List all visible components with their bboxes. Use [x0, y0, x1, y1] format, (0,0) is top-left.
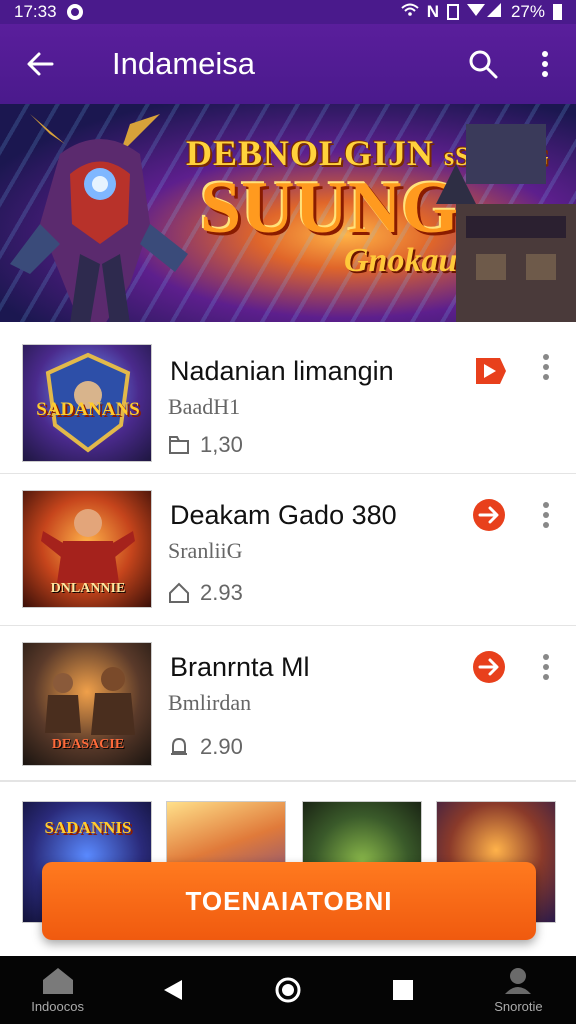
list-item[interactable]: DNLANNIE Deakam Gado 380 SranliiG 2.93 [0, 474, 576, 626]
play-button[interactable] [470, 648, 508, 686]
thumbnail-caption: SADANANS [36, 399, 140, 420]
banner-headline-main: SUUNG [200, 167, 460, 249]
status-bar: 17:33 N 27% [0, 0, 576, 24]
battery-percent: 27% [510, 2, 545, 21]
more-vert-icon [542, 51, 548, 77]
bottom-nav-bar: Indoocos Snorotie [0, 956, 576, 1024]
arrow-back-icon [27, 52, 54, 76]
item-stat-value: 2.93 [200, 580, 243, 605]
nfc-icon: N [426, 2, 439, 21]
item-subtitle: Bmlirdan [168, 690, 252, 715]
page-title: Indameisa [112, 46, 256, 81]
nav-profile[interactable]: Snorotie [461, 956, 576, 1024]
item-title: Nadanian limangin [170, 356, 394, 386]
home-icon [42, 968, 73, 994]
battery-icon [553, 4, 562, 20]
item-subtitle: BaadH1 [168, 394, 241, 419]
home-icon [169, 582, 189, 603]
notification-dot-icon [66, 4, 83, 20]
play-button[interactable] [470, 496, 508, 534]
primary-action-button[interactable]: TOENAIATOBNI [42, 862, 536, 940]
item-subtitle: SranliiG [168, 538, 243, 563]
app-bar: Indameisa [0, 24, 576, 104]
overflow-menu-button[interactable] [514, 24, 576, 104]
item-stat: 2.93 [168, 580, 243, 606]
play-button[interactable] [470, 352, 508, 390]
game-thumbnail: SADANANS [22, 344, 152, 462]
more-vert-icon [543, 654, 549, 680]
nav-back[interactable] [115, 956, 230, 1024]
item-more-button[interactable] [534, 500, 558, 538]
search-icon [469, 50, 498, 79]
nav-profile-label: Snorotie [494, 999, 543, 1014]
item-stat: 2.90 [168, 734, 243, 760]
forward-arrow-icon [473, 499, 505, 531]
list-item[interactable]: DEASACIE Branrnta Ml Bmlirdan 2.90 [0, 626, 576, 782]
nav-home-circle[interactable] [230, 956, 345, 1024]
thumbnail-caption: DNLANNIE [50, 581, 126, 596]
list-item[interactable]: SADANANS Nadanian limangin BaadH1 1,30 [0, 322, 576, 474]
grid-tile-caption: SADANNIS [44, 818, 132, 837]
item-stat: 1,30 [168, 432, 243, 458]
thumbnail-caption: DEASACIE [51, 737, 125, 752]
nav-recents[interactable] [346, 956, 461, 1024]
signal-icon [466, 2, 503, 23]
nav-home-label: Indoocos [31, 999, 84, 1014]
vibrate-icon [446, 4, 459, 20]
back-button[interactable] [0, 24, 80, 104]
wifi-icon [401, 2, 419, 22]
item-title: Branrnta Ml [170, 652, 310, 682]
banner-building-image [436, 124, 576, 322]
profile-icon [505, 968, 532, 994]
folder-icon [169, 436, 189, 454]
recents-square-icon [393, 980, 414, 1000]
play-icon [476, 358, 506, 384]
status-time: 17:33 [14, 2, 57, 21]
bell-icon [171, 737, 187, 755]
item-stat-value: 2.90 [200, 734, 243, 759]
search-button[interactable] [452, 24, 514, 104]
item-more-button[interactable] [534, 652, 558, 690]
game-thumbnail: DEASACIE [22, 642, 152, 766]
item-more-button[interactable] [534, 352, 558, 390]
game-thumbnail: DNLANNIE [22, 490, 152, 608]
item-stat-value: 1,30 [200, 432, 243, 457]
featured-banner[interactable]: DEBNOLGIJN sSUULG SUUNG Gnokau! [0, 104, 576, 322]
forward-arrow-icon [473, 651, 505, 683]
hero-artwork-image [10, 114, 188, 322]
more-vert-icon [543, 502, 549, 528]
more-vert-icon [543, 354, 549, 380]
home-circle-icon [275, 977, 301, 1003]
back-triangle-icon [163, 980, 182, 1000]
game-list: SADANANS Nadanian limangin BaadH1 1,30 D… [0, 322, 576, 782]
nav-home[interactable]: Indoocos [0, 956, 115, 1024]
item-title: Deakam Gado 380 [170, 500, 397, 530]
